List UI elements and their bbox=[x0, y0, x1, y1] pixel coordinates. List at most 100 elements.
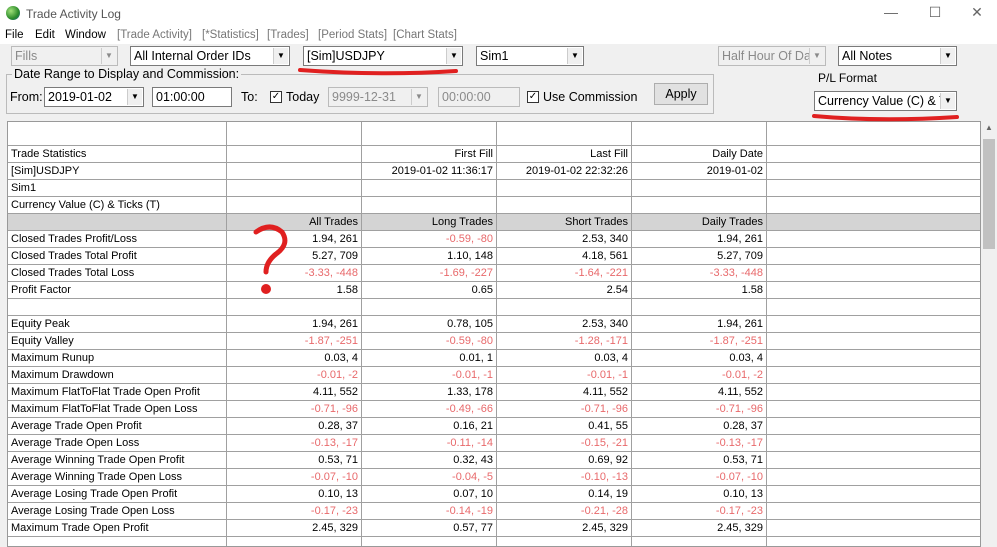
table-cell: -1.69, -227 bbox=[362, 265, 497, 282]
table-cell: -3.33, -448 bbox=[227, 265, 362, 282]
table-cell bbox=[767, 486, 980, 503]
table-cell: -0.17, -23 bbox=[227, 503, 362, 520]
table-cell: -1.64, -221 bbox=[497, 265, 632, 282]
table-cell: -1.87, -251 bbox=[227, 333, 362, 350]
vertical-scrollbar[interactable]: ▲ bbox=[981, 121, 997, 547]
table-cell: -0.71, -96 bbox=[227, 401, 362, 418]
table-cell: -0.04, -5 bbox=[362, 469, 497, 486]
scroll-up-icon[interactable]: ▲ bbox=[981, 123, 997, 132]
menu-trade-activity[interactable]: [Trade Activity] bbox=[117, 29, 192, 41]
table-cell bbox=[362, 299, 497, 316]
table-cell bbox=[767, 265, 980, 282]
table-cell bbox=[632, 299, 767, 316]
table-row: Maximum Runup 0.03, 4 0.01, 1 0.03, 4 0.03, … bbox=[8, 350, 980, 367]
table-cell: -0.13, -17 bbox=[632, 435, 767, 452]
table-cell: 0.03, 4 bbox=[497, 350, 632, 367]
table-cell bbox=[497, 197, 632, 214]
table-cell: 0.03, 4 bbox=[632, 350, 767, 367]
maximize-icon[interactable]: ☐ bbox=[920, 4, 950, 21]
pl-format-label: P/L Format bbox=[818, 71, 877, 85]
menu-edit[interactable]: Edit bbox=[35, 29, 55, 41]
order-ids-select[interactable]: All Internal Order IDs ▼ bbox=[130, 46, 290, 66]
menu-chart-stats[interactable]: [Chart Stats] bbox=[393, 29, 457, 41]
to-time-input[interactable]: 00:00:00 bbox=[438, 87, 520, 107]
row-label: Maximum FlatToFlat Trade Open Loss bbox=[8, 401, 227, 418]
table-cell bbox=[767, 146, 980, 163]
row-label: Trade Statistics bbox=[8, 146, 227, 163]
table-cell bbox=[767, 350, 980, 367]
table-cell bbox=[767, 384, 980, 401]
chevron-down-icon: ▼ bbox=[127, 89, 142, 105]
account-value: Sim1 bbox=[480, 49, 509, 63]
table-cell bbox=[767, 316, 980, 333]
minimize-icon[interactable]: — bbox=[876, 4, 906, 20]
table-cell: 0.16, 21 bbox=[362, 418, 497, 435]
menu-bar: File Edit Window [Trade Activity] [*Stat… bbox=[0, 28, 997, 44]
table-cell: 0.14, 19 bbox=[497, 486, 632, 503]
pl-format-value: Currency Value (C) & T bbox=[818, 94, 947, 108]
table-cell: 2.53, 340 bbox=[497, 231, 632, 248]
row-label: Closed Trades Profit/Loss bbox=[8, 231, 227, 248]
from-time-value: 01:00:00 bbox=[156, 90, 205, 104]
apply-button[interactable]: Apply bbox=[654, 83, 708, 105]
table-cell bbox=[767, 435, 980, 452]
table-cell: 1.94, 261 bbox=[632, 231, 767, 248]
row-label: Closed Trades Total Profit bbox=[8, 248, 227, 265]
table-cell bbox=[767, 299, 980, 316]
today-checkbox[interactable]: ✓ bbox=[270, 91, 282, 103]
notes-select[interactable]: All Notes ▼ bbox=[838, 46, 957, 66]
table-cell: -0.10, -13 bbox=[497, 469, 632, 486]
table-cell: 0.28, 37 bbox=[227, 418, 362, 435]
table-cell: 0.07, 10 bbox=[362, 486, 497, 503]
statistics-table: Trade Statistics First Fill Last Fill Daily… bbox=[7, 121, 981, 547]
menu-period-stats[interactable]: [Period Stats] bbox=[318, 29, 387, 41]
table-cell: First Fill bbox=[362, 146, 497, 163]
row-label: Equity Valley bbox=[8, 333, 227, 350]
table-row: Maximum FlatToFlat Trade Open Profit 4.11… bbox=[8, 384, 980, 401]
menu-window[interactable]: Window bbox=[65, 29, 106, 41]
menu-trades[interactable]: [Trades] bbox=[267, 29, 309, 41]
from-date-picker[interactable]: 2019-01-02 ▼ bbox=[44, 87, 144, 107]
from-time-input[interactable]: 01:00:00 bbox=[152, 87, 232, 107]
to-label: To: bbox=[241, 90, 258, 104]
table-cell: 0.32, 43 bbox=[362, 452, 497, 469]
symbol-value: [Sim]USDJPY bbox=[307, 49, 385, 63]
table-cell: 0.28, 37 bbox=[632, 418, 767, 435]
account-select[interactable]: Sim1 ▼ bbox=[476, 46, 584, 66]
table-row: Closed Trades Profit/Loss 1.94, 261 -0.59,… bbox=[8, 231, 980, 248]
table-cell: -0.17, -23 bbox=[632, 503, 767, 520]
symbol-select[interactable]: [Sim]USDJPY ▼ bbox=[303, 46, 463, 66]
table-cell: 5.27, 709 bbox=[632, 248, 767, 265]
scrollbar-thumb[interactable] bbox=[983, 139, 995, 249]
pl-format-select[interactable]: Currency Value (C) & T ▼ bbox=[814, 91, 957, 111]
use-commission-checkbox[interactable]: ✓ bbox=[527, 91, 539, 103]
menu-statistics[interactable]: [*Statistics] bbox=[202, 29, 259, 41]
chevron-down-icon: ▼ bbox=[446, 48, 461, 64]
row-label bbox=[8, 214, 227, 231]
table-cell: 1.94, 261 bbox=[227, 231, 362, 248]
table-cell: 0.41, 55 bbox=[497, 418, 632, 435]
table-row: Maximum Trade Open Profit 2.45, 329 0.57, … bbox=[8, 520, 980, 537]
title-bar: Trade Activity Log — ☐ ✕ bbox=[0, 0, 997, 28]
table-row bbox=[8, 537, 980, 546]
window-title: Trade Activity Log bbox=[26, 7, 121, 21]
fills-value: Fills bbox=[15, 49, 38, 63]
close-icon[interactable]: ✕ bbox=[962, 4, 992, 21]
table-cell: -0.01, -2 bbox=[632, 367, 767, 384]
table-cell: Short Trades bbox=[497, 214, 632, 231]
period-select[interactable]: Half Hour Of Day ▼ bbox=[718, 46, 826, 66]
column-header-row: All Trades Long Trades Short Trades Daily T… bbox=[8, 214, 980, 231]
table-row: Average Winning Trade Open Profit 0.53, 7… bbox=[8, 452, 980, 469]
table-row: Average Losing Trade Open Loss -0.17, -23… bbox=[8, 503, 980, 520]
red-underline-pl-format bbox=[812, 114, 959, 122]
table-cell bbox=[767, 180, 980, 197]
table-row: Maximum Drawdown -0.01, -2 -0.01, -1 -0.01,… bbox=[8, 367, 980, 384]
table-cell bbox=[632, 122, 767, 146]
to-date-picker[interactable]: 9999-12-31 ▼ bbox=[328, 87, 428, 107]
table-cell: 2.45, 329 bbox=[497, 520, 632, 537]
chevron-down-icon: ▼ bbox=[411, 89, 426, 105]
menu-file[interactable]: File bbox=[5, 29, 24, 41]
chevron-down-icon: ▼ bbox=[940, 93, 955, 109]
fills-select[interactable]: Fills ▼ bbox=[11, 46, 118, 66]
table-row: Profit Factor 1.58 0.65 2.54 1.58 bbox=[8, 282, 980, 299]
